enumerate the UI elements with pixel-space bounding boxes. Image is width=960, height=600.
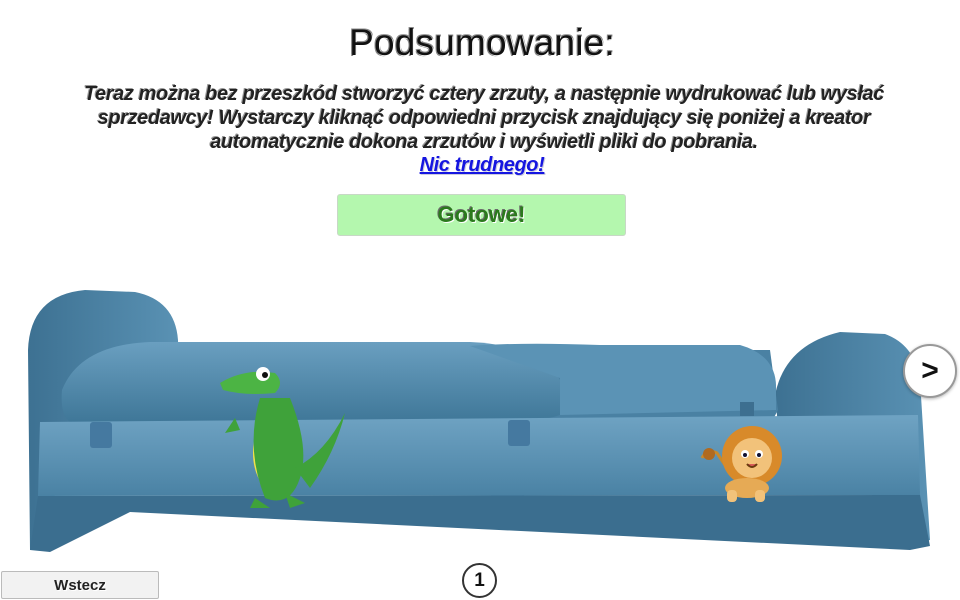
back-button[interactable]: Wstecz <box>1 571 159 599</box>
sofa-illustration <box>28 290 930 552</box>
easy-link[interactable]: Nic trudnego! <box>0 154 960 177</box>
next-view-button[interactable]: > <box>903 344 957 398</box>
left-cushion <box>61 342 561 422</box>
base <box>30 495 930 552</box>
page-indicator: 1 <box>462 563 497 598</box>
intro-text: Teraz można bez przeszkód stworzyć czter… <box>83 83 885 153</box>
done-button[interactable]: Gotowe! <box>337 194 626 236</box>
sofa-preview <box>0 250 960 570</box>
front-panel <box>38 415 920 496</box>
page-title: Podsumowanie: <box>349 22 615 63</box>
